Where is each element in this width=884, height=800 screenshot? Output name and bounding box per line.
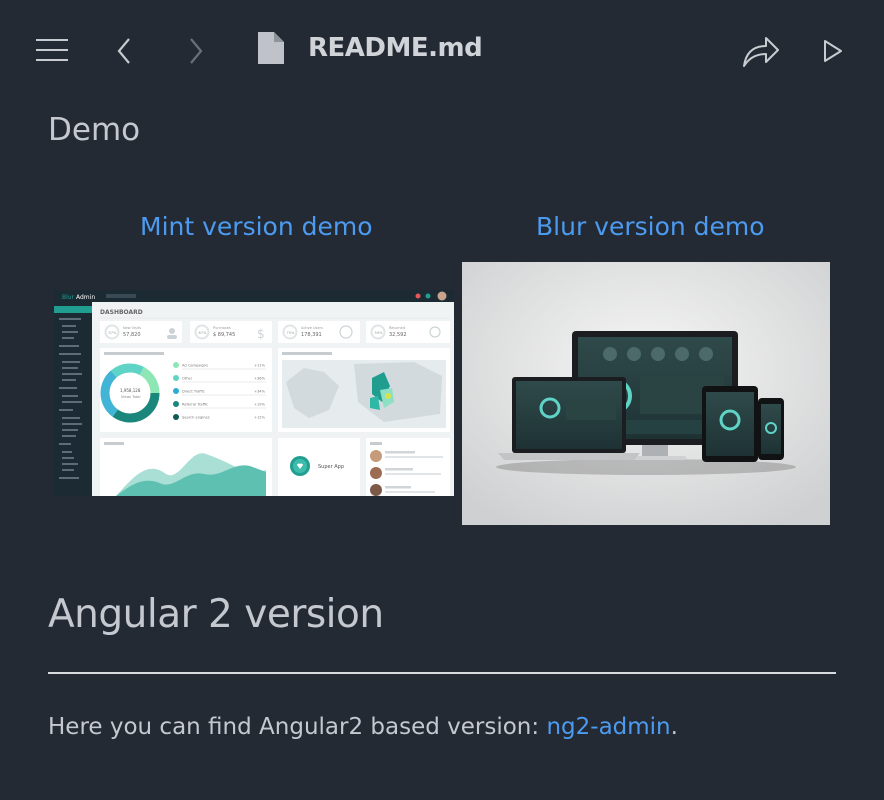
mint-demo-image[interactable]: Blur Admin DASHBOARD 57% New Visits 57,8… bbox=[54, 290, 454, 496]
mint-stat-percent-1: 57% bbox=[109, 331, 117, 335]
blur-laptop bbox=[498, 377, 640, 460]
mint-page-title: DASHBOARD bbox=[100, 309, 143, 316]
mint-stat-card-4: 59% Returned 32,592 bbox=[366, 321, 450, 343]
mint-legend-1-value: +11% bbox=[254, 364, 266, 368]
file-title-group: README.md bbox=[258, 30, 483, 66]
mint-legend-4: Referral Traffic bbox=[182, 403, 208, 407]
mint-stat-label-4: Returned bbox=[389, 326, 405, 330]
toolbar: README.md bbox=[0, 0, 884, 100]
mint-stat-percent-3: 70% bbox=[287, 331, 295, 335]
mint-promo-card: Super App bbox=[278, 438, 360, 496]
mint-area-panel bbox=[100, 438, 272, 496]
mint-legend-3-value: +34% bbox=[254, 390, 266, 394]
mint-stat-value-3: 178,391 bbox=[301, 332, 322, 338]
mint-legend-5-value: +12% bbox=[254, 416, 266, 420]
paragraph-end: . bbox=[670, 714, 678, 740]
svg-text:$: $ bbox=[257, 327, 265, 341]
mint-donut-center-label: Views Total bbox=[121, 395, 140, 399]
mint-stat-percent-2: 67% bbox=[199, 331, 207, 335]
mint-stat-card-3: 70% Active Users 178,391 bbox=[278, 321, 360, 343]
mint-legend-4-value: +19% bbox=[254, 403, 266, 407]
blur-phone bbox=[758, 398, 784, 460]
blur-demo-link[interactable]: Blur version demo bbox=[536, 212, 765, 241]
mint-stat-label-2: Purchases bbox=[213, 326, 231, 330]
mint-stat-card-1: 57% New Visits 57,820 bbox=[100, 321, 182, 343]
mint-promo-label: Super App bbox=[318, 464, 344, 470]
mint-logo-a: Blur bbox=[62, 294, 75, 301]
file-icon bbox=[258, 32, 284, 64]
mint-stat-value-1: 57,820 bbox=[123, 332, 141, 338]
mint-stat-card-2: 67% Purchases $ 89,745 $ bbox=[190, 321, 272, 343]
mint-stat-label-3: Active Users bbox=[301, 326, 323, 330]
mint-stat-percent-4: 59% bbox=[375, 331, 383, 335]
ng2-admin-link[interactable]: ng2-admin bbox=[546, 714, 670, 740]
mint-donut-center-value: 1,958,128 bbox=[120, 388, 141, 393]
mint-logo-b: Admin bbox=[76, 294, 95, 301]
forward-icon[interactable] bbox=[188, 37, 204, 65]
mint-stat-value-2: $ 89,745 bbox=[213, 332, 235, 338]
paragraph-text: Here you can find Angular2 based version… bbox=[48, 714, 547, 740]
blur-devices-illustration bbox=[462, 262, 830, 525]
mint-stat-value-4: 32,592 bbox=[389, 332, 407, 338]
mint-legend-2-value: +36% bbox=[254, 377, 266, 381]
share-icon[interactable] bbox=[742, 34, 780, 68]
mint-legend-5: Search engines bbox=[182, 416, 210, 420]
mint-demo-link[interactable]: Mint version demo bbox=[140, 212, 373, 241]
mint-map-panel bbox=[278, 348, 450, 432]
mint-feed-panel bbox=[366, 438, 450, 496]
file-title: README.md bbox=[308, 33, 483, 63]
mint-legend-1: Ad Campaigns bbox=[182, 364, 208, 368]
back-icon[interactable] bbox=[116, 37, 132, 65]
mint-legend-2: Other bbox=[182, 377, 193, 381]
blur-demo-image[interactable] bbox=[462, 262, 830, 525]
mint-dashboard-illustration: Blur Admin DASHBOARD 57% New Visits 57,8… bbox=[54, 290, 454, 496]
play-icon[interactable] bbox=[822, 38, 844, 64]
blur-tablet bbox=[702, 386, 758, 462]
angular-heading: Angular 2 version bbox=[48, 592, 384, 637]
mint-legend-3: Direct Traffic bbox=[182, 390, 205, 394]
angular-paragraph: Here you can find Angular2 based version… bbox=[48, 714, 678, 740]
heading-divider bbox=[48, 672, 836, 674]
demo-heading: Demo bbox=[48, 112, 141, 148]
menu-icon[interactable] bbox=[36, 38, 68, 62]
mint-stat-label-1: New Visits bbox=[123, 326, 141, 330]
